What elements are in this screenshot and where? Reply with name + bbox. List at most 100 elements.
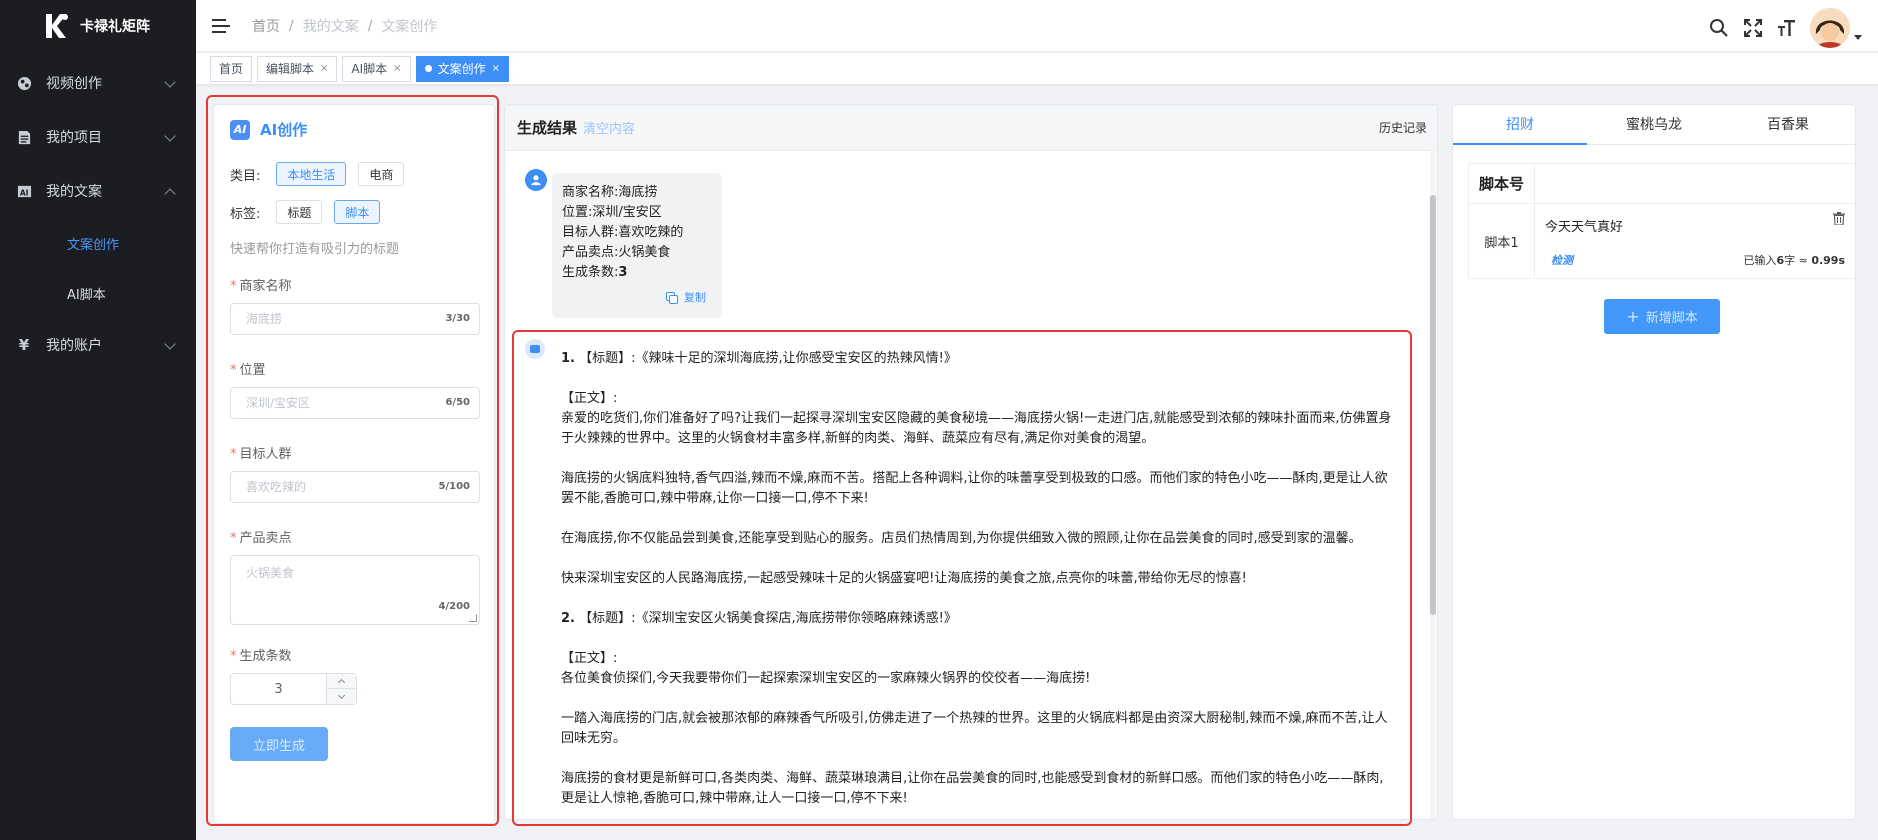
generate-button[interactable]: 立即生成 <box>230 727 328 761</box>
sidebar: 卡禄礼矩阵 视频创作 我的项目 AI 我的文案 文案创作 AI脚本 ¥ 我的账户 <box>0 0 196 840</box>
tab-passion-fruit[interactable]: 百香果 <box>1721 105 1855 144</box>
category-row: 类目: 本地生活 电商 <box>230 162 478 186</box>
sidebar-subitem-ai-script[interactable]: AI脚本 <box>0 268 196 318</box>
avatar[interactable] <box>1810 8 1850 48</box>
tag-label: 标签: <box>230 206 261 222</box>
merchant-label: * 商家名称 <box>230 279 292 294</box>
column-header-script-no: 脚本号 <box>1469 164 1535 203</box>
request-location: 位置:深圳/宝安区 <box>562 205 662 220</box>
quantity-stepper[interactable]: 3 <box>230 673 357 705</box>
result-paragraph: 2. 【标题】:《深圳宝安区火锅美食探店,海底捞带你领略麻辣诱惑!》 <box>561 609 1395 629</box>
tab-copy-create[interactable]: 文案创作 × <box>415 55 509 82</box>
tags-view: 首页 编辑脚本 × AI脚本 × 文案创作 × <box>196 53 1878 85</box>
tab-zhaocai[interactable]: 招财 <box>1453 105 1587 145</box>
tab-ai-script[interactable]: AI脚本 × <box>342 55 411 82</box>
form-hint: 快速帮你打造有吸引力的标题 <box>230 242 400 257</box>
tab-peach-oolong[interactable]: 蜜桃乌龙 <box>1587 105 1721 144</box>
result-paragraph: 亲爱的吃货们,你们准备好了吗?让我们一起探寻深圳宝安区隐藏的美食秘境——海底捞火… <box>561 411 1392 446</box>
script-content-cell[interactable]: 今天天气真好 检测 已输入6字 ≈ 0.99s <box>1535 204 1857 278</box>
request-count: 生成条数:3 <box>562 265 628 280</box>
close-icon[interactable]: × <box>393 63 401 74</box>
selling-point-textarea[interactable] <box>246 564 446 604</box>
category-local-life[interactable]: 本地生活 <box>276 162 347 186</box>
result-scrollbar[interactable] <box>1430 151 1436 819</box>
close-icon[interactable]: × <box>320 63 328 74</box>
merchant-input[interactable] <box>246 312 416 326</box>
decrease-button[interactable] <box>327 689 356 704</box>
increase-button[interactable] <box>327 674 356 689</box>
history-link[interactable]: 历史记录 <box>1379 119 1427 136</box>
sidebar-item-video[interactable]: 视频创作 <box>0 56 196 110</box>
sidebar-item-copywriting[interactable]: AI 我的文案 <box>0 164 196 218</box>
sidebar-item-label: 我的文案 <box>46 184 102 200</box>
script-tabs: 招财 蜜桃乌龙 百香果 <box>1453 105 1855 145</box>
location-label: * 位置 <box>230 363 266 378</box>
request-audience: 目标人群:喜欢吃辣的 <box>562 225 684 240</box>
script-content[interactable]: 今天天气真好 <box>1545 220 1623 235</box>
chevron-down-icon <box>164 130 176 142</box>
audience-input[interactable] <box>246 480 416 494</box>
ai-create-form: AI AI创作 类目: 本地生活 电商 标签: 标题 脚本 快速帮你打造有吸引力… <box>213 104 495 824</box>
header-tools <box>1696 8 1862 48</box>
result-paragraph: 各位美食侦探们,今天我要带你们一起探索深圳宝安区的一家麻辣火锅界的佼佼者——海底… <box>561 671 1091 686</box>
script-name: 脚本1 <box>1469 204 1535 278</box>
close-icon[interactable]: × <box>492 63 500 74</box>
sidebar-subitem-copy-create[interactable]: 文案创作 <box>0 218 196 268</box>
logo[interactable]: 卡禄礼矩阵 <box>0 0 196 52</box>
bot-icon <box>525 339 545 359</box>
result-panel: 生成结果 清空内容 历史记录 商家名称:海底捞 位置:深圳/宝安区 目标人群:喜… <box>504 104 1438 820</box>
form-title-text: AI创作 <box>260 121 308 139</box>
script-table: 脚本号 脚本1 今天天气真好 检测 已输入6字 ≈ 0.99s <box>1468 163 1857 279</box>
add-script-button[interactable]: + 新增脚本 <box>1604 299 1720 334</box>
category-ecommerce[interactable]: 电商 <box>358 162 405 186</box>
selling-point-field[interactable]: 4/200 <box>230 555 480 625</box>
location-input[interactable] <box>246 396 416 410</box>
char-count: 4/200 <box>438 601 470 612</box>
result-paragraph: 1. 【标题】:《辣味十足的深圳海底捞,让你感受宝安区的热辣风情!》 <box>561 349 1395 369</box>
result-paragraph: 海底捞的食材更是新鲜可口,各类肉类、海鲜、蔬菜琳琅满目,让你在品尝美食的同时,也… <box>561 771 1384 806</box>
sidebar-item-label: 我的项目 <box>46 130 102 146</box>
document-icon <box>16 129 32 145</box>
sidebar-item-projects[interactable]: 我的项目 <box>0 110 196 164</box>
search-icon[interactable] <box>1708 17 1730 39</box>
active-dot-icon <box>424 65 432 72</box>
result-number: 2. <box>561 611 575 626</box>
tab-label: 文案创作 <box>437 62 486 76</box>
request-bubble: 商家名称:海底捞 位置:深圳/宝安区 目标人群:喜欢吃辣的 产品卖点:火锅美食 … <box>552 173 722 318</box>
tab-edit-script[interactable]: 编辑脚本 × <box>257 55 338 82</box>
tag-row: 标签: 标题 脚本 <box>230 200 478 224</box>
table-row: 脚本1 今天天气真好 检测 已输入6字 ≈ 0.99s <box>1469 204 1857 278</box>
breadcrumb: 首页 / 我的文案 / 文案创作 <box>252 16 438 36</box>
font-size-icon[interactable] <box>1776 17 1798 39</box>
merchant-field[interactable]: 3/30 <box>230 303 480 335</box>
breadcrumb-current: 文案创作 <box>381 18 438 35</box>
fullscreen-icon[interactable] <box>1742 17 1764 39</box>
sidebar-item-account[interactable]: ¥ 我的账户 <box>0 318 196 372</box>
location-field[interactable]: 6/50 <box>230 387 480 419</box>
chevron-up-icon <box>164 188 176 200</box>
caret-down-icon[interactable] <box>1854 34 1862 40</box>
resize-handle[interactable] <box>469 614 477 622</box>
result-title-text: 【标题】:《辣味十足的深圳海底捞,让你感受宝安区的热辣风情!》 <box>579 351 957 366</box>
tag-script[interactable]: 脚本 <box>334 200 381 224</box>
copy-button[interactable]: 复制 <box>666 288 706 308</box>
plus-icon: + <box>1626 307 1640 326</box>
check-link[interactable]: 检测 <box>1551 252 1573 268</box>
char-count: 5/100 <box>438 481 470 492</box>
copy-icon <box>666 291 679 305</box>
yen-icon: ¥ <box>18 336 30 354</box>
tab-home[interactable]: 首页 <box>210 55 253 82</box>
trash-icon[interactable] <box>1833 212 1845 226</box>
breadcrumb-my-copy[interactable]: 我的文案 <box>303 16 359 36</box>
result-paragraph: 快来深圳宝安区的人民路海底捞,一起感受辣味十足的火锅盛宴吧!让海底捞的美食之旅,… <box>561 571 1247 586</box>
result-paragraph: 在海底捞,你不仅能品尝到美食,还能享受到贴心的服务。店员们热情周到,为你提供细致… <box>561 531 1362 546</box>
menu-toggle-icon[interactable] <box>212 18 230 33</box>
breadcrumb-home[interactable]: 首页 <box>252 16 280 36</box>
char-count: 3/30 <box>445 313 470 324</box>
scrollbar-thumb[interactable] <box>1430 195 1436 615</box>
clear-content-link[interactable]: 清空内容 <box>583 118 635 137</box>
audience-field[interactable]: 5/100 <box>230 471 480 503</box>
quantity-value[interactable]: 3 <box>231 682 326 697</box>
tag-title[interactable]: 标题 <box>276 200 323 224</box>
sidebar-item-label: 我的账户 <box>46 338 102 354</box>
